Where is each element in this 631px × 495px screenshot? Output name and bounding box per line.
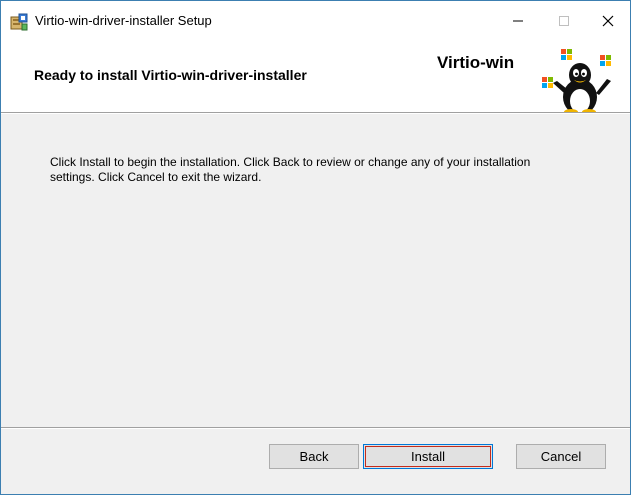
tux-windows-logo-icon xyxy=(539,45,629,115)
close-button[interactable] xyxy=(585,1,630,41)
window-title: Virtio-win-driver-installer Setup xyxy=(35,13,212,28)
back-button[interactable]: Back xyxy=(269,444,359,469)
minimize-icon xyxy=(513,20,523,22)
brand-name: Virtio-win xyxy=(437,53,515,72)
banner-divider-highlight xyxy=(1,113,630,114)
wizard-banner: Ready to install Virtio-win-driver-insta… xyxy=(1,41,630,115)
maximize-icon xyxy=(559,16,569,26)
footer-divider-highlight xyxy=(1,428,630,429)
installer-window: Virtio-win-driver-installer Setup Ready … xyxy=(0,0,631,495)
installer-package-icon xyxy=(10,13,28,31)
install-button[interactable]: Install xyxy=(363,444,493,469)
title-bar[interactable]: Virtio-win-driver-installer Setup xyxy=(1,1,630,41)
page-title: Ready to install Virtio-win-driver-insta… xyxy=(34,67,307,83)
close-icon xyxy=(602,15,614,27)
cancel-button[interactable]: Cancel xyxy=(516,444,606,469)
minimize-button[interactable] xyxy=(495,1,541,41)
maximize-button xyxy=(541,1,587,41)
instruction-text: Click Install to begin the installation.… xyxy=(50,155,531,184)
